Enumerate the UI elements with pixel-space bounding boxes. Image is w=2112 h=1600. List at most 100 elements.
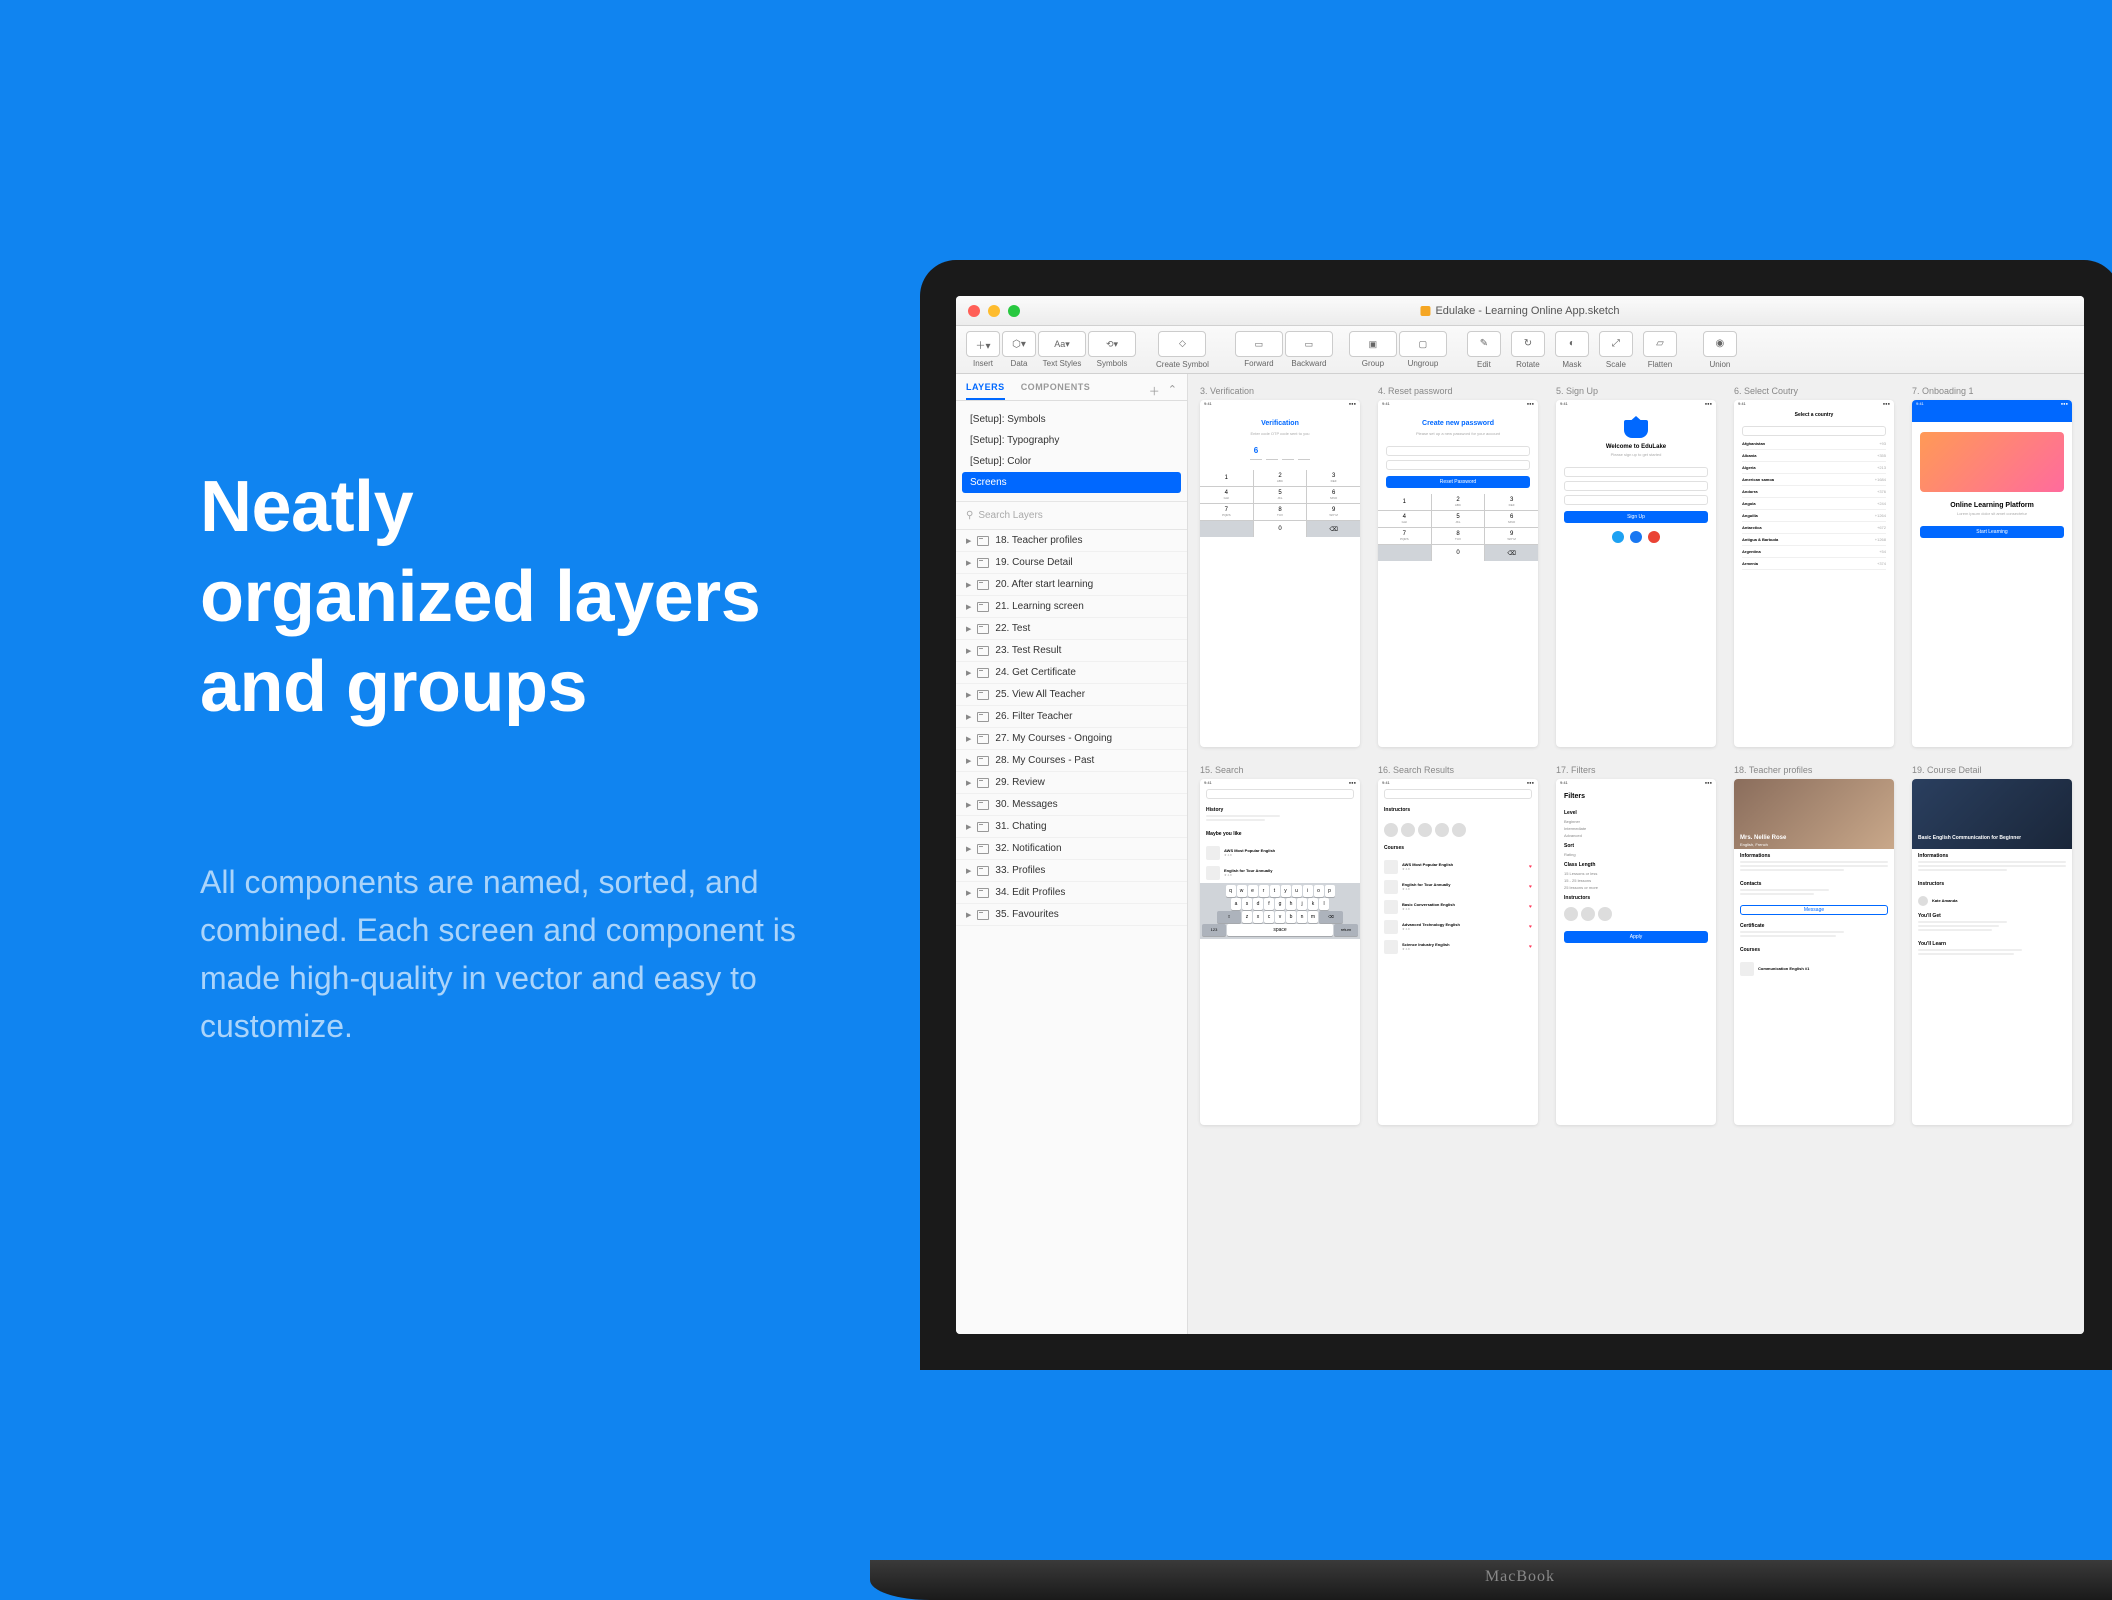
- textstyles-button[interactable]: Aa▾: [1038, 331, 1086, 357]
- chevron-right-icon: ▶: [966, 757, 971, 765]
- search-input[interactable]: ⚲ Search Layers: [966, 510, 1177, 521]
- scale-button[interactable]: ⤢: [1599, 331, 1633, 357]
- keypad-key[interactable]: 8TUV: [1254, 504, 1307, 520]
- artboard-title: 18. Teacher profiles: [1734, 765, 1894, 775]
- tab-layers[interactable]: LAYERS: [966, 382, 1005, 400]
- facebook-icon[interactable]: [1630, 531, 1642, 543]
- keypad-key[interactable]: 4GHI: [1378, 511, 1431, 527]
- ungroup-button[interactable]: ▢: [1399, 331, 1447, 357]
- artboard[interactable]: 3. Verification9:41●●●VerificationEnter …: [1200, 386, 1360, 747]
- rotate-button[interactable]: ↻: [1511, 331, 1545, 357]
- artboard[interactable]: 15. Search9:41●●●HistoryMaybe you likeAW…: [1200, 765, 1360, 1126]
- union-button[interactable]: ◉: [1703, 331, 1737, 357]
- heart-icon[interactable]: ♥: [1529, 864, 1532, 870]
- keypad-key[interactable]: 8TUV: [1432, 528, 1485, 544]
- artboard[interactable]: 5. Sign Up9:41●●●Welcome to EduLakePleas…: [1556, 386, 1716, 747]
- chevron-right-icon: ▶: [966, 779, 971, 787]
- keypad-key[interactable]: 9WXYZ: [1485, 528, 1538, 544]
- mask-button[interactable]: ◐: [1555, 331, 1589, 357]
- page-item[interactable]: [Setup]: Color: [956, 451, 1187, 472]
- keypad-key[interactable]: 7PQRS: [1200, 504, 1253, 520]
- layer-item[interactable]: ▶32. Notification: [956, 838, 1187, 860]
- layer-item[interactable]: ▶30. Messages: [956, 794, 1187, 816]
- keypad-key[interactable]: 5JKL: [1432, 511, 1485, 527]
- layer-item[interactable]: ▶23. Test Result: [956, 640, 1187, 662]
- heart-icon[interactable]: ♥: [1529, 904, 1532, 910]
- keypad-key[interactable]: 0: [1432, 545, 1485, 561]
- data-button[interactable]: ⬡▾: [1002, 331, 1036, 357]
- layer-item[interactable]: ▶29. Review: [956, 772, 1187, 794]
- layer-item[interactable]: ▶18. Teacher profiles: [956, 530, 1187, 552]
- search-icon: ⚲: [966, 510, 973, 521]
- keypad-key[interactable]: 6MNO: [1485, 511, 1538, 527]
- artboard[interactable]: 19. Course DetailBasic English Communica…: [1912, 765, 2072, 1126]
- twitter-icon[interactable]: [1612, 531, 1624, 543]
- keypad-key[interactable]: 3DEF: [1485, 494, 1538, 510]
- layer-item[interactable]: ▶19. Course Detail: [956, 552, 1187, 574]
- backward-button[interactable]: ▭: [1285, 331, 1333, 357]
- layer-item[interactable]: ▶22. Test: [956, 618, 1187, 640]
- artboard[interactable]: 16. Search Results9:41●●●InstructorsCour…: [1378, 765, 1538, 1126]
- collapse-icon[interactable]: ⌃: [1168, 383, 1177, 399]
- keypad-key[interactable]: 9WXYZ: [1307, 504, 1360, 520]
- keypad-key[interactable]: 6MNO: [1307, 487, 1360, 503]
- app-logo-icon: [1624, 420, 1648, 438]
- heart-icon[interactable]: ♥: [1529, 944, 1532, 950]
- symbols-button[interactable]: ⟲▾: [1088, 331, 1136, 357]
- keypad-key[interactable]: 5JKL: [1254, 487, 1307, 503]
- keypad-key[interactable]: 1: [1378, 494, 1431, 510]
- keypad-key[interactable]: 2ABC: [1254, 470, 1307, 486]
- artboard[interactable]: 4. Reset password9:41●●●Create new passw…: [1378, 386, 1538, 747]
- close-icon[interactable]: [968, 305, 980, 317]
- maximize-icon[interactable]: [1008, 305, 1020, 317]
- onboarding-illustration: [1920, 432, 2064, 492]
- page-item[interactable]: [Setup]: Symbols: [956, 409, 1187, 430]
- artboard[interactable]: 7. Onboading 19:41●●●Online Learning Pla…: [1912, 386, 2072, 747]
- layer-item[interactable]: ▶33. Profiles: [956, 860, 1187, 882]
- page-item[interactable]: Screens: [962, 472, 1181, 493]
- keypad-key[interactable]: [1200, 521, 1253, 537]
- chevron-right-icon: ▶: [966, 581, 971, 589]
- keypad-key[interactable]: 2ABC: [1432, 494, 1485, 510]
- artboard-title: 15. Search: [1200, 765, 1360, 775]
- google-icon[interactable]: [1648, 531, 1660, 543]
- artboard[interactable]: 6. Select Coutry9:41●●●Select a countryA…: [1734, 386, 1894, 747]
- layer-item[interactable]: ▶21. Learning screen: [956, 596, 1187, 618]
- layer-item[interactable]: ▶28. My Courses - Past: [956, 750, 1187, 772]
- keypad-key[interactable]: ⌫: [1307, 521, 1360, 537]
- layer-item[interactable]: ▶20. After start learning: [956, 574, 1187, 596]
- keypad-key[interactable]: 7PQRS: [1378, 528, 1431, 544]
- artboard-icon: [977, 624, 989, 634]
- artboard-icon: [977, 712, 989, 722]
- page-item[interactable]: [Setup]: Typography: [956, 430, 1187, 451]
- edit-button[interactable]: ✎: [1467, 331, 1501, 357]
- keypad-key[interactable]: 4GHI: [1200, 487, 1253, 503]
- layer-item[interactable]: ▶26. Filter Teacher: [956, 706, 1187, 728]
- layer-item[interactable]: ▶27. My Courses - Ongoing: [956, 728, 1187, 750]
- keypad-key[interactable]: 0: [1254, 521, 1307, 537]
- layer-item[interactable]: ▶35. Favourites: [956, 904, 1187, 926]
- keypad-key[interactable]: 1: [1200, 470, 1253, 486]
- minimize-icon[interactable]: [988, 305, 1000, 317]
- tab-components[interactable]: COMPONENTS: [1021, 382, 1091, 400]
- layer-item[interactable]: ▶34. Edit Profiles: [956, 882, 1187, 904]
- keypad-key[interactable]: [1378, 545, 1431, 561]
- flatten-button[interactable]: ▱: [1643, 331, 1677, 357]
- keypad-key[interactable]: ⌫: [1485, 545, 1538, 561]
- keypad-key[interactable]: 3DEF: [1307, 470, 1360, 486]
- artboard[interactable]: 18. Teacher profilesMrs. Nellie RoseEngl…: [1734, 765, 1894, 1126]
- forward-button[interactable]: ▭: [1235, 331, 1283, 357]
- create-symbol-button[interactable]: ◇: [1158, 331, 1206, 357]
- layer-item[interactable]: ▶31. Chating: [956, 816, 1187, 838]
- heart-icon[interactable]: ♥: [1529, 884, 1532, 890]
- heart-icon[interactable]: ♥: [1529, 924, 1532, 930]
- laptop-brand: MacBook: [1485, 1568, 1555, 1586]
- canvas[interactable]: 3. Verification9:41●●●VerificationEnter …: [1188, 374, 2084, 1334]
- group-button[interactable]: ▣: [1349, 331, 1397, 357]
- artboard[interactable]: 17. Filters9:41●●●FiltersLevelBeginnerIn…: [1556, 765, 1716, 1126]
- insert-button[interactable]: ＋▾: [966, 331, 1000, 357]
- layer-item[interactable]: ▶25. View All Teacher: [956, 684, 1187, 706]
- add-page-icon[interactable]: ＋: [1149, 383, 1160, 399]
- artboard-icon: [977, 800, 989, 810]
- layer-item[interactable]: ▶24. Get Certificate: [956, 662, 1187, 684]
